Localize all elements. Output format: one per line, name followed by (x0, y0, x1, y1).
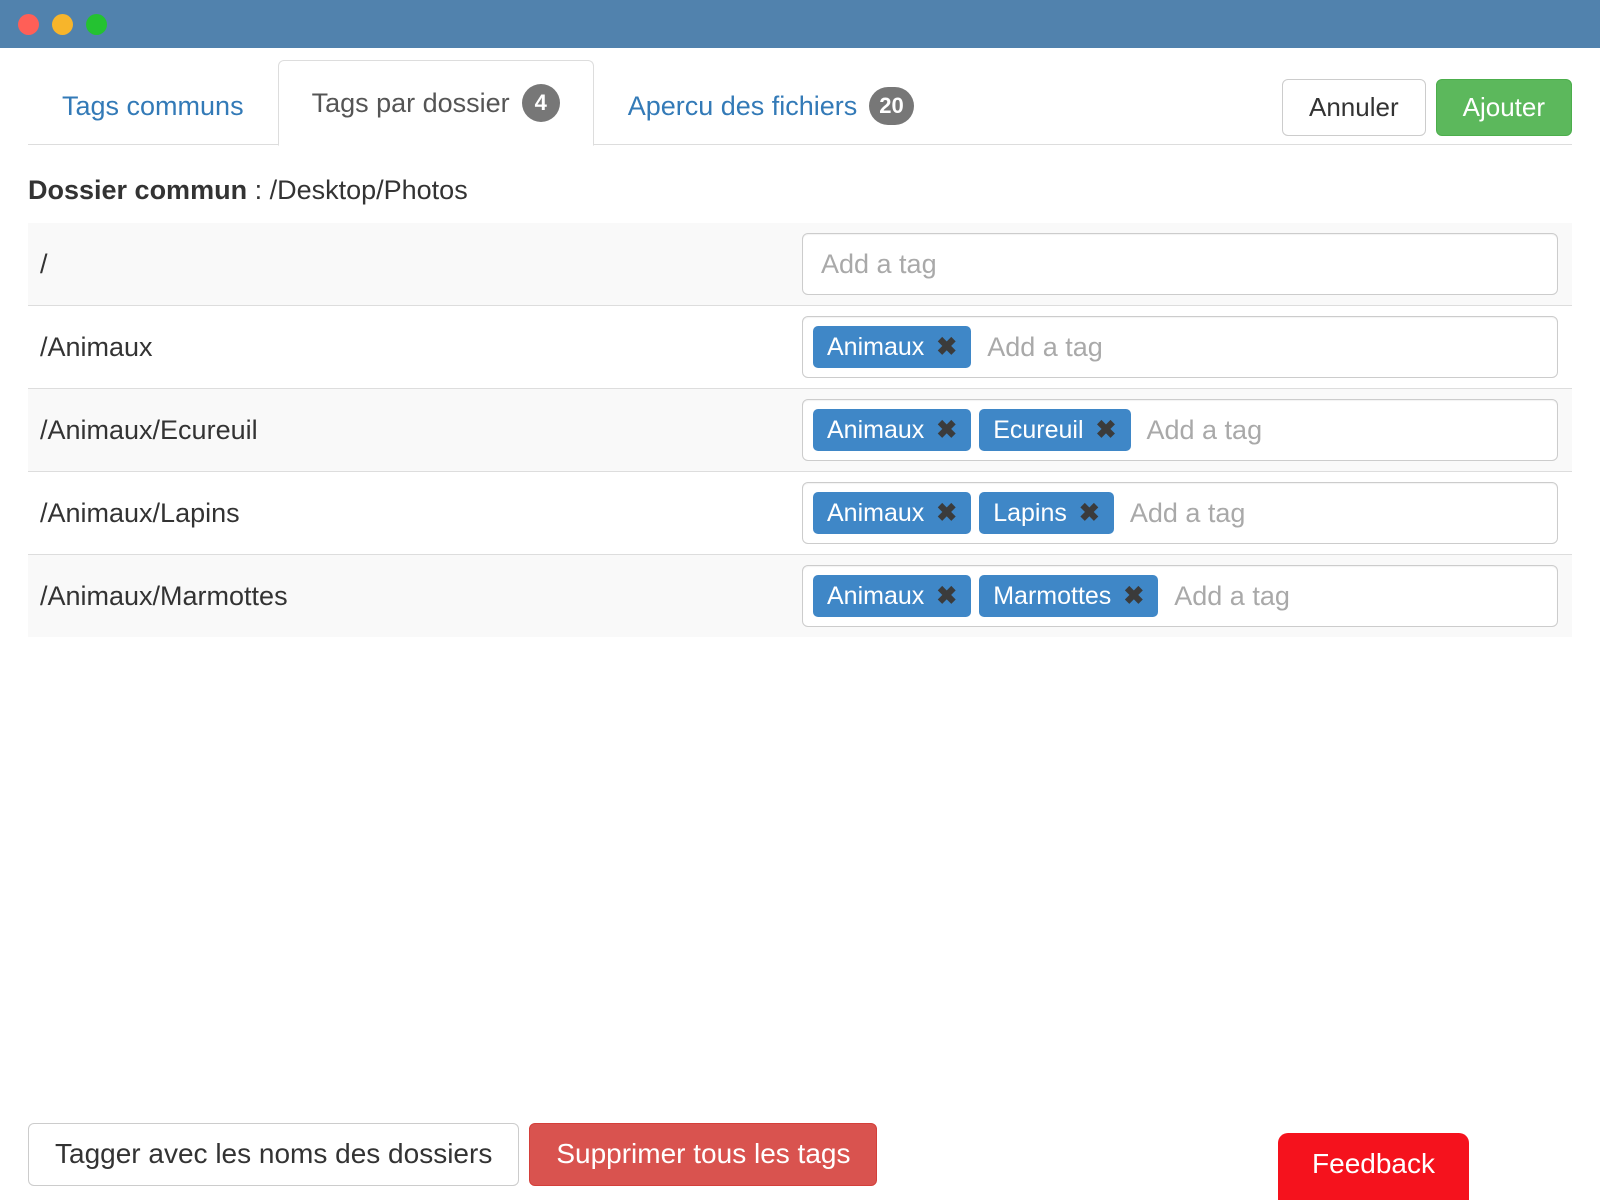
tab-list: Tags communs Tags par dossier 4 Apercu des … (28, 48, 948, 145)
folder-path-cell: /Animaux/Lapins (28, 472, 790, 555)
tag-chip[interactable]: Ecureuil ✖ (979, 409, 1130, 452)
table-row: / Add a tag (28, 223, 1572, 306)
folder-path-cell: /Animaux/Marmottes (28, 555, 790, 638)
tag-input[interactable]: Animaux ✖ Ecureuil ✖ Add a tag (802, 399, 1558, 461)
tag-input-placeholder[interactable]: Add a tag (979, 332, 1547, 363)
cancel-button[interactable]: Annuler (1282, 79, 1426, 136)
table-row: /Animaux/Marmottes Animaux ✖ Marmottes ✖ Add … (28, 555, 1572, 638)
common-folder-path: /Desktop/Photos (270, 175, 468, 205)
header-actions: Annuler Ajouter (1282, 79, 1572, 145)
tab-3[interactable]: Apercu des fichiers 20 (594, 67, 948, 145)
common-folder-separator: : (247, 175, 270, 205)
tag-chip[interactable]: Animaux ✖ (813, 492, 971, 535)
table-row: /Animaux Animaux ✖ Add a tag (28, 306, 1572, 389)
tab-bar: Tags communs Tags par dossier 4 Apercu des … (0, 48, 1600, 145)
tags-cell: Animaux ✖ Ecureuil ✖ Add a tag (790, 389, 1572, 472)
add-button[interactable]: Ajouter (1436, 79, 1572, 136)
common-folder-line: Dossier commun : /Desktop/Photos (28, 145, 1572, 223)
tag-input-placeholder[interactable]: Add a tag (1122, 498, 1547, 529)
tag-chip[interactable]: Marmottes ✖ (979, 575, 1158, 618)
tag-chip[interactable]: Animaux ✖ (813, 326, 971, 369)
tags-cell: Animaux ✖ Marmottes ✖ Add a tag (790, 555, 1572, 638)
table-row: /Animaux/Lapins Animaux ✖ Lapins ✖ Add a tag (28, 472, 1572, 555)
remove-tag-icon[interactable]: ✖ (1123, 584, 1144, 609)
common-folder-label: Dossier commun (28, 175, 247, 205)
folder-tags-table: / Add a tag/Animaux Animaux ✖ Add a tag/Anim… (28, 223, 1572, 637)
tag-input-placeholder[interactable]: Add a tag (1139, 415, 1548, 446)
tag-chip[interactable]: Lapins ✖ (979, 492, 1114, 535)
tag-chip-label: Animaux (827, 416, 924, 445)
remove-tag-icon[interactable]: ✖ (936, 501, 957, 526)
close-window-button[interactable] (18, 14, 39, 35)
tab-2[interactable]: Tags par dossier 4 (278, 60, 594, 146)
tag-input[interactable]: Add a tag (802, 233, 1558, 295)
main-content: Dossier commun : /Desktop/Photos / Add a … (0, 145, 1600, 637)
window-titlebar (0, 0, 1600, 48)
tags-cell: Animaux ✖ Add a tag (790, 306, 1572, 389)
tab-label: Tags communs (62, 91, 244, 122)
remove-tag-icon[interactable]: ✖ (936, 335, 957, 360)
tag-with-folder-names-button[interactable]: Tagger avec les noms des dossiers (28, 1123, 519, 1186)
tag-input-placeholder[interactable]: Add a tag (813, 249, 1547, 280)
tag-input[interactable]: Animaux ✖ Marmottes ✖ Add a tag (802, 565, 1558, 627)
tag-chip[interactable]: Animaux ✖ (813, 409, 971, 452)
folder-path-cell: /Animaux (28, 306, 790, 389)
tab-1[interactable]: Tags communs (28, 67, 278, 145)
tag-chip-label: Ecureuil (993, 416, 1083, 445)
remove-tag-icon[interactable]: ✖ (1096, 418, 1117, 443)
tag-chip-label: Animaux (827, 499, 924, 528)
delete-all-tags-button[interactable]: Supprimer tous les tags (529, 1123, 877, 1186)
tag-chip[interactable]: Animaux ✖ (813, 575, 971, 618)
tag-chip-label: Marmottes (993, 582, 1111, 611)
remove-tag-icon[interactable]: ✖ (936, 584, 957, 609)
remove-tag-icon[interactable]: ✖ (936, 418, 957, 443)
maximize-window-button[interactable] (86, 14, 107, 35)
tag-input[interactable]: Animaux ✖ Add a tag (802, 316, 1558, 378)
tag-chip-label: Lapins (993, 499, 1067, 528)
tags-cell: Add a tag (790, 223, 1572, 306)
tab-badge: 20 (869, 87, 913, 125)
tag-chip-label: Animaux (827, 582, 924, 611)
tab-label: Tags par dossier (312, 88, 510, 119)
folder-path-cell: / (28, 223, 790, 306)
tag-chip-label: Animaux (827, 333, 924, 362)
tab-label: Apercu des fichiers (628, 91, 858, 122)
minimize-window-button[interactable] (52, 14, 73, 35)
feedback-button[interactable]: Feedback (1278, 1133, 1469, 1200)
table-row: /Animaux/Ecureuil Animaux ✖ Ecureuil ✖ Add a … (28, 389, 1572, 472)
remove-tag-icon[interactable]: ✖ (1079, 501, 1100, 526)
folder-path-cell: /Animaux/Ecureuil (28, 389, 790, 472)
tab-badge: 4 (522, 84, 560, 122)
tags-cell: Animaux ✖ Lapins ✖ Add a tag (790, 472, 1572, 555)
tag-input-placeholder[interactable]: Add a tag (1166, 581, 1547, 612)
tag-input[interactable]: Animaux ✖ Lapins ✖ Add a tag (802, 482, 1558, 544)
footer-actions: Tagger avec les noms des dossiers Suppri… (28, 1123, 877, 1186)
